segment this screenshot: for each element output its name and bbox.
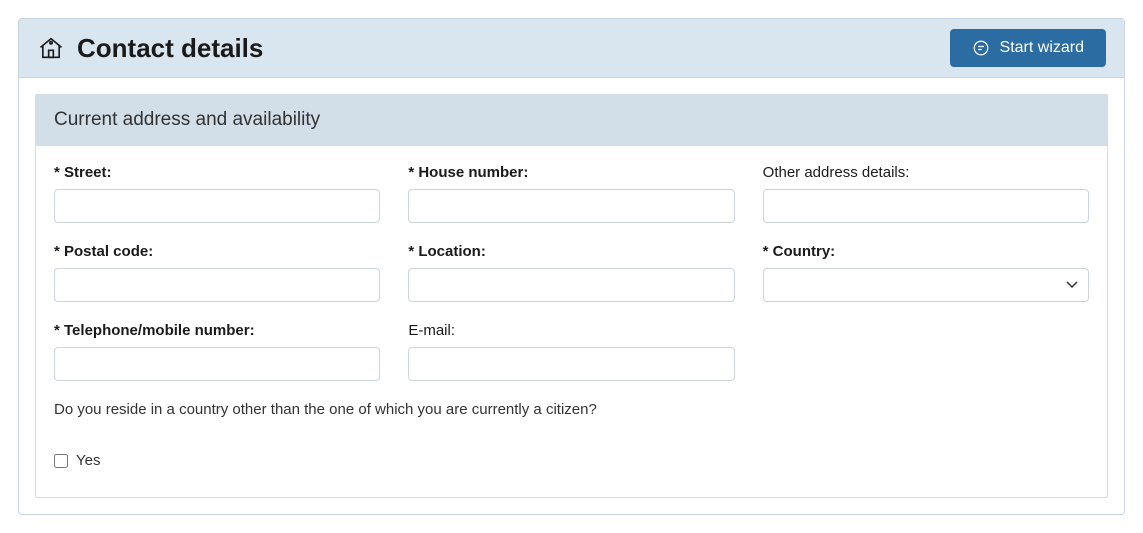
house-number-label: * House number: (408, 164, 734, 181)
residence-question: Do you reside in a country other than th… (54, 401, 1089, 418)
yes-label[interactable]: Yes (76, 452, 100, 469)
section-title: Current address and availability (36, 95, 1107, 146)
telephone-label: * Telephone/mobile number: (54, 322, 380, 339)
wizard-icon (972, 39, 990, 57)
panel-body: Current address and availability * Stree… (19, 78, 1124, 514)
panel-header: Contact details Start wizard (19, 19, 1124, 78)
postal-code-group: * Postal code: (54, 243, 380, 302)
postal-code-label: * Postal code: (54, 243, 380, 260)
form-row-2: * Postal code: * Location: * Country: (54, 243, 1089, 302)
location-group: * Location: (408, 243, 734, 302)
panel-header-left: Contact details (37, 33, 263, 64)
other-details-group: Other address details: (763, 164, 1089, 223)
form-row-3: * Telephone/mobile number: E-mail: (54, 322, 1089, 381)
yes-checkbox[interactable] (54, 454, 68, 468)
email-label: E-mail: (408, 322, 734, 339)
postal-code-input[interactable] (54, 268, 380, 302)
empty-spacer (763, 322, 1089, 381)
street-group: * Street: (54, 164, 380, 223)
location-input[interactable] (408, 268, 734, 302)
telephone-input[interactable] (54, 347, 380, 381)
form-row-1: * Street: * House number: Other address … (54, 164, 1089, 223)
country-label: * Country: (763, 243, 1089, 260)
yes-checkbox-row: Yes (54, 452, 1089, 469)
country-group: * Country: (763, 243, 1089, 302)
location-label: * Location: (408, 243, 734, 260)
house-icon (37, 34, 65, 62)
email-group: E-mail: (408, 322, 734, 381)
house-number-input[interactable] (408, 189, 734, 223)
email-input[interactable] (408, 347, 734, 381)
start-wizard-label: Start wizard (1000, 39, 1084, 57)
section-body: * Street: * House number: Other address … (36, 146, 1107, 497)
other-details-input[interactable] (763, 189, 1089, 223)
street-input[interactable] (54, 189, 380, 223)
street-label: * Street: (54, 164, 380, 181)
country-select[interactable] (763, 268, 1089, 302)
telephone-group: * Telephone/mobile number: (54, 322, 380, 381)
contact-details-panel: Contact details Start wizard Current add… (18, 18, 1125, 515)
house-number-group: * House number: (408, 164, 734, 223)
other-details-label: Other address details: (763, 164, 1089, 181)
start-wizard-button[interactable]: Start wizard (950, 29, 1106, 67)
address-section: Current address and availability * Stree… (35, 94, 1108, 498)
page-title: Contact details (77, 33, 263, 64)
